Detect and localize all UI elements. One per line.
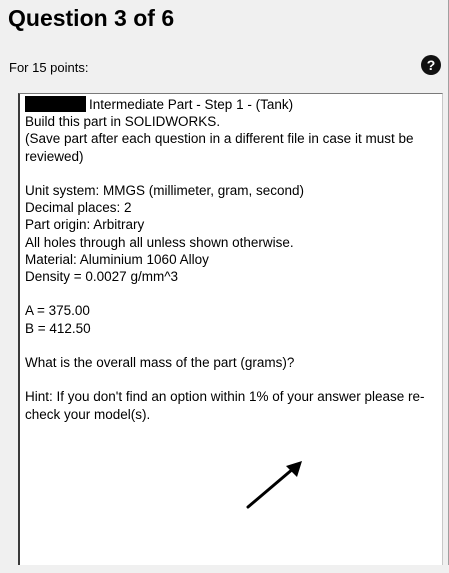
hint-line: Hint: If you don't find an option within…	[25, 389, 425, 422]
help-icon[interactable]: ?	[421, 55, 441, 75]
holes-note-line: All holes through all unless shown other…	[25, 234, 294, 250]
question-text: Intermediate Part - Step 1 - (Tank) Buil…	[25, 96, 435, 423]
redaction-block	[25, 96, 86, 112]
param-b-line: B = 412.50	[25, 320, 91, 336]
annotation-arrow-icon	[246, 461, 302, 509]
decimal-places-line: Decimal places: 2	[25, 200, 132, 216]
points-label: For 15 points:	[9, 60, 89, 75]
param-a-line: A = 375.00	[25, 303, 90, 319]
instruction-line: Build this part in SOLIDWORKS.	[25, 114, 221, 130]
question-title: Question 3 of 6	[8, 5, 175, 31]
unit-system-line: Unit system: MMGS (millimeter, gram, sec…	[25, 183, 305, 198]
part-origin-line: Part origin: Arbitrary	[25, 217, 145, 233]
density-line: Density = 0.0027 g/mm^3	[25, 269, 179, 285]
material-line: Material: Aluminium 1060 Alloy	[25, 251, 209, 267]
question-heading-line: Intermediate Part - Step 1 - (Tank)	[25, 96, 435, 113]
question-text-box[interactable]: Intermediate Part - Step 1 - (Tank) Buil…	[18, 93, 443, 565]
prompt-line: What is the overall mass of the part (gr…	[25, 355, 295, 370]
save-note-line: (Save part after each question in a diff…	[25, 131, 414, 164]
question-panel: Question 3 of 6 For 15 points: ? Interme…	[0, 0, 449, 573]
question-heading: Intermediate Part - Step 1 - (Tank)	[89, 97, 294, 112]
bottom-bar	[0, 565, 449, 573]
